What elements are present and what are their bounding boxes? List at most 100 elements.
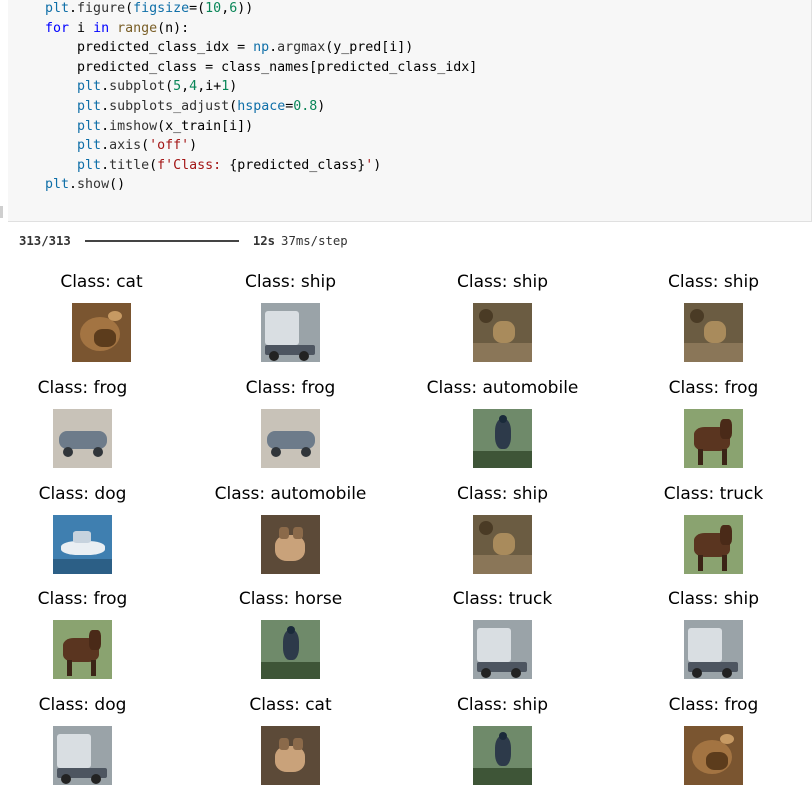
subplot-image	[53, 515, 112, 574]
thumb-shape	[473, 343, 532, 362]
subplot-title: Class: cat	[249, 695, 332, 715]
subplot-6: Class: frog	[189, 376, 392, 468]
thumb-shape	[692, 668, 702, 678]
thumb-shape	[89, 630, 101, 650]
subplot-2: Class: ship	[189, 270, 392, 362]
thumb-shape	[91, 660, 96, 676]
subplot-3: Class: ship	[401, 270, 604, 362]
cell-left-marker	[0, 206, 3, 218]
subplot-8: Class: frog	[612, 376, 812, 468]
subplot-title: Class: ship	[456, 695, 548, 715]
code-line-10: plt.show()	[45, 177, 126, 193]
subplot-image	[261, 726, 320, 785]
thumb-shape	[499, 415, 507, 423]
subplot-12: Class: truck	[612, 482, 812, 574]
code-line-2: for i in range(n):	[45, 20, 190, 36]
subplot-title: Class: frog	[668, 378, 759, 398]
subplot-image	[473, 409, 532, 468]
subplot-image	[473, 303, 532, 362]
thumb-shape	[293, 527, 303, 539]
thumb-shape	[61, 541, 105, 555]
thumb-shape	[94, 329, 116, 347]
subplot-18: Class: cat	[189, 693, 392, 785]
subplot-17: Class: dog	[0, 693, 184, 785]
subplot-image	[72, 303, 131, 362]
thumb-shape	[93, 447, 103, 457]
code-cell[interactable]: plt.figure(figsize=(10,6)) for i in rang…	[8, 0, 812, 222]
subplot-title: Class: automobile	[214, 484, 367, 504]
thumb-shape	[493, 321, 515, 343]
subplot-image	[684, 726, 743, 785]
subplot-title: Class: ship	[667, 589, 759, 609]
progress-bar	[84, 240, 239, 242]
thumb-shape	[293, 738, 303, 750]
thumb-shape	[301, 447, 311, 457]
code-line-4: predicted_class = class_names[predicted_…	[45, 59, 478, 75]
thumb-shape	[495, 736, 511, 766]
code-line-1: plt.figure(figsize=(10,6))	[45, 1, 254, 16]
thumb-shape	[720, 734, 734, 744]
thumb-shape	[706, 752, 728, 770]
subplot-13: Class: frog	[0, 587, 184, 679]
thumb-shape	[493, 533, 515, 555]
subplot-15: Class: truck	[401, 587, 604, 679]
thumb-shape	[499, 732, 507, 740]
subplot-image	[473, 515, 532, 574]
code-line-5: plt.subplot(5,4,i+1)	[77, 79, 238, 95]
progress-time: 12s	[252, 234, 276, 248]
code-line-9: plt.title(f'Class: {predicted_class}')	[77, 157, 382, 173]
code-line-8: plt.axis('off')	[77, 138, 198, 154]
code-line-3: predicted_class_idx = np.argmax(y_pred[i…	[45, 40, 414, 56]
thumb-shape	[690, 309, 704, 323]
thumb-shape	[279, 738, 289, 750]
subplot-title: Class: ship	[456, 484, 548, 504]
subplot-image	[473, 620, 532, 679]
thumb-shape	[53, 559, 112, 574]
thumb-shape	[299, 351, 309, 361]
thumb-shape	[473, 768, 532, 785]
subplot-image	[684, 620, 743, 679]
subplot-image	[684, 409, 743, 468]
subplot-title: Class: ship	[244, 272, 336, 292]
thumb-shape	[722, 668, 732, 678]
subplot-10: Class: automobile	[189, 482, 392, 574]
thumb-shape	[720, 419, 732, 439]
subplot-image	[261, 620, 320, 679]
thumb-shape	[481, 668, 491, 678]
subplot-4: Class: ship	[612, 270, 812, 362]
subplot-image	[53, 409, 112, 468]
subplot-title: Class: truck	[452, 589, 553, 609]
thumb-shape	[287, 626, 295, 634]
code-editor[interactable]: plt.figure(figsize=(10,6)) for i in rang…	[45, 0, 477, 195]
thumb-shape	[67, 660, 72, 676]
thumb-shape	[704, 321, 726, 343]
subplot-title: Class: truck	[663, 484, 764, 504]
subplot-image	[473, 726, 532, 785]
subplot-16: Class: ship	[612, 587, 812, 679]
thumb-shape	[479, 309, 493, 323]
thumb-shape	[495, 419, 511, 449]
thumb-shape	[269, 351, 279, 361]
subplot-title: Class: ship	[456, 272, 548, 292]
thumb-shape	[511, 668, 521, 678]
code-line-7: plt.imshow(x_train[i])	[77, 118, 254, 134]
subplot-title: Class: automobile	[426, 378, 579, 398]
thumb-shape	[91, 774, 101, 784]
progress-output: 313/313 12s 37ms/step	[19, 234, 348, 248]
subplot-20: Class: frog	[612, 693, 812, 785]
thumb-shape	[283, 630, 299, 660]
code-line-6: plt.subplots_adjust(hspace=0.8)	[77, 98, 326, 114]
thumb-shape	[265, 311, 299, 345]
thumb-shape	[479, 521, 493, 535]
thumb-shape	[261, 662, 320, 679]
subplot-title: Class: dog	[38, 695, 127, 715]
subplot-title: Class: frog	[668, 695, 759, 715]
thumb-shape	[73, 531, 91, 543]
thumb-shape	[108, 311, 122, 321]
progress-step: 37ms/step	[281, 234, 348, 248]
thumb-shape	[698, 555, 703, 571]
subplot-7: Class: automobile	[401, 376, 604, 468]
subplot-5: Class: frog	[0, 376, 184, 468]
thumb-shape	[722, 449, 727, 465]
subplot-image	[261, 515, 320, 574]
